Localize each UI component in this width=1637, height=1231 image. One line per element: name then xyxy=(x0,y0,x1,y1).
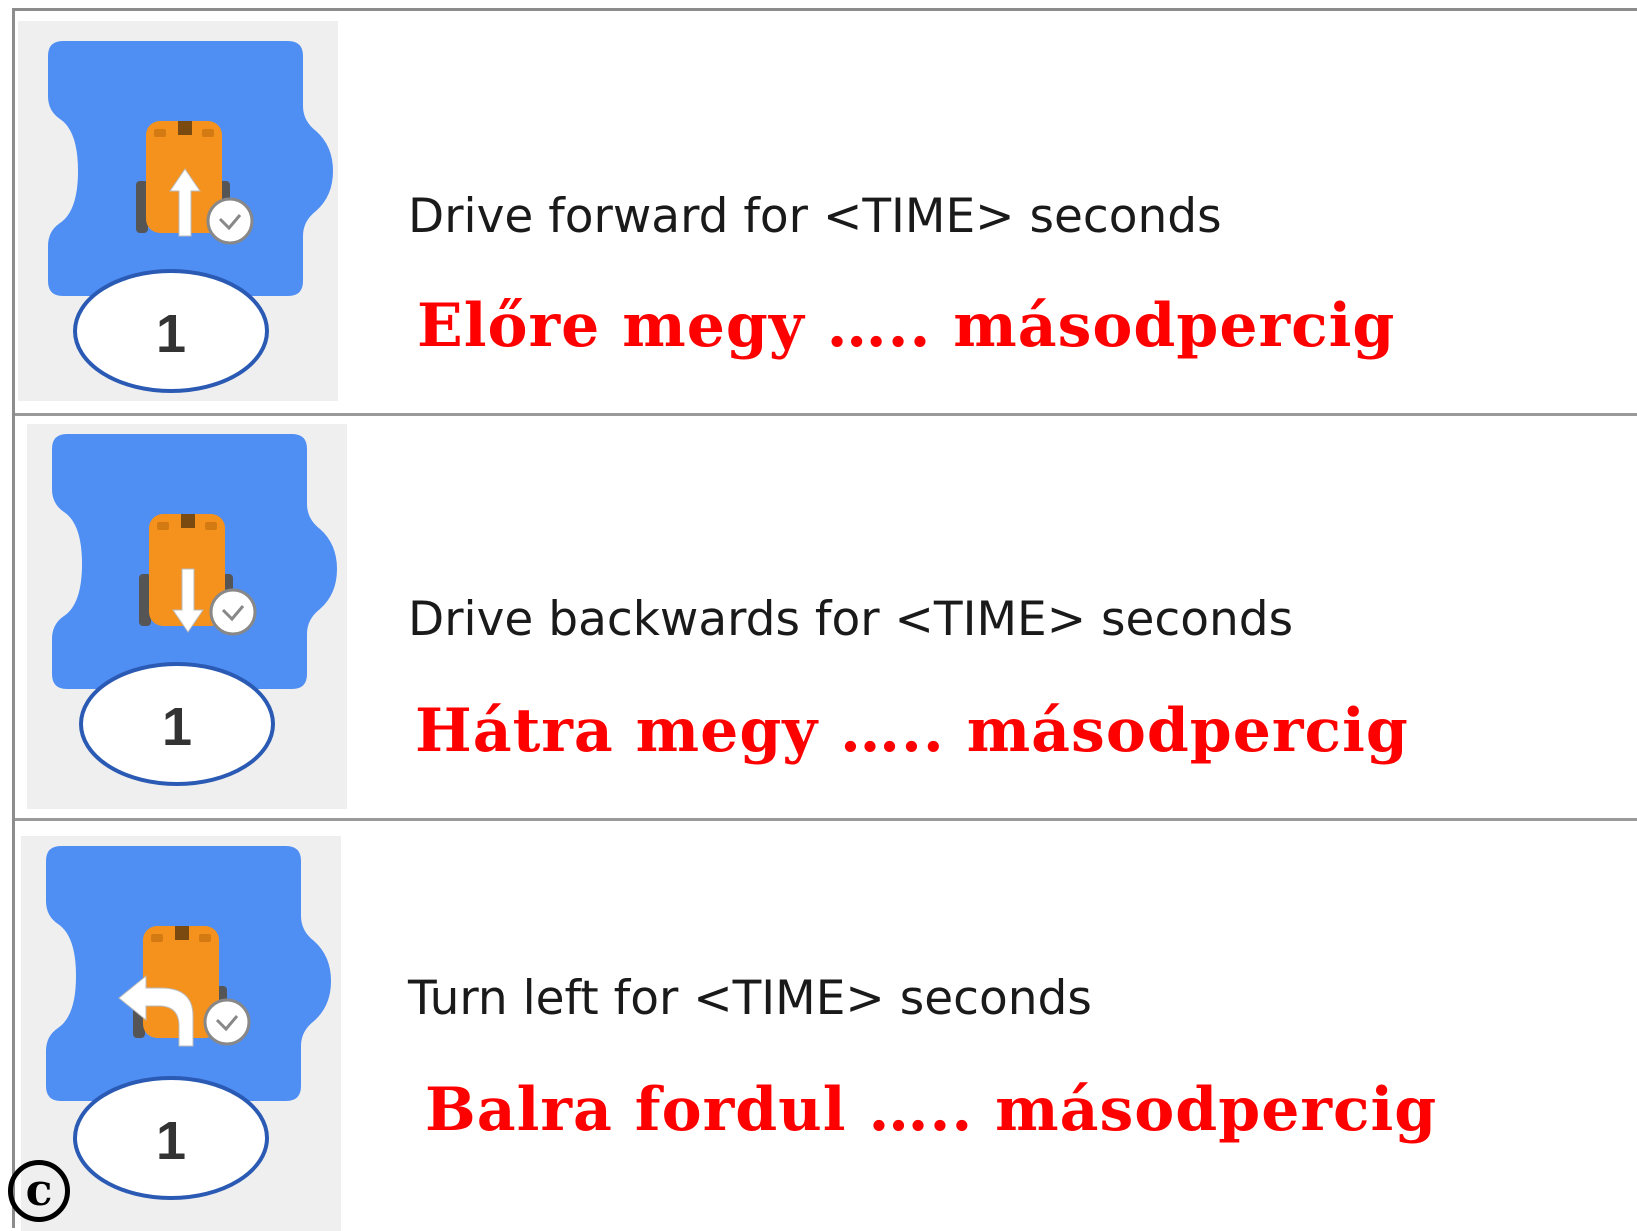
block-icon-cell: 1 xyxy=(21,836,341,1231)
hungarian-translation: Hátra megy ….. másodpercig xyxy=(415,696,1409,766)
hungarian-translation: Balra fordul ….. másodpercig xyxy=(425,1075,1438,1145)
english-description: Turn left for <TIME> seconds xyxy=(408,971,1092,1026)
copyright-mark: c xyxy=(8,1160,70,1222)
english-description: Drive forward for <TIME> seconds xyxy=(408,189,1222,244)
block-value-label[interactable]: 1 xyxy=(146,1110,196,1172)
table-row: 1 Drive backwards for <TIME> seconds Hát… xyxy=(15,416,1637,821)
block-icon-cell: 1 xyxy=(27,424,347,809)
block-value-label[interactable]: 1 xyxy=(152,696,202,758)
table-row: 1 Turn left for <TIME> seconds Balra for… xyxy=(15,821,1637,1231)
hungarian-translation: Előre megy ….. másodpercig xyxy=(417,291,1396,361)
english-description: Drive backwards for <TIME> seconds xyxy=(408,592,1294,647)
table-row: 1 Drive forward for <TIME> seconds Előre… xyxy=(15,11,1637,416)
block-icon-cell: 1 xyxy=(18,21,338,401)
block-reference-table: 1 Drive forward for <TIME> seconds Előre… xyxy=(12,8,1637,1231)
block-value-label[interactable]: 1 xyxy=(146,303,196,365)
